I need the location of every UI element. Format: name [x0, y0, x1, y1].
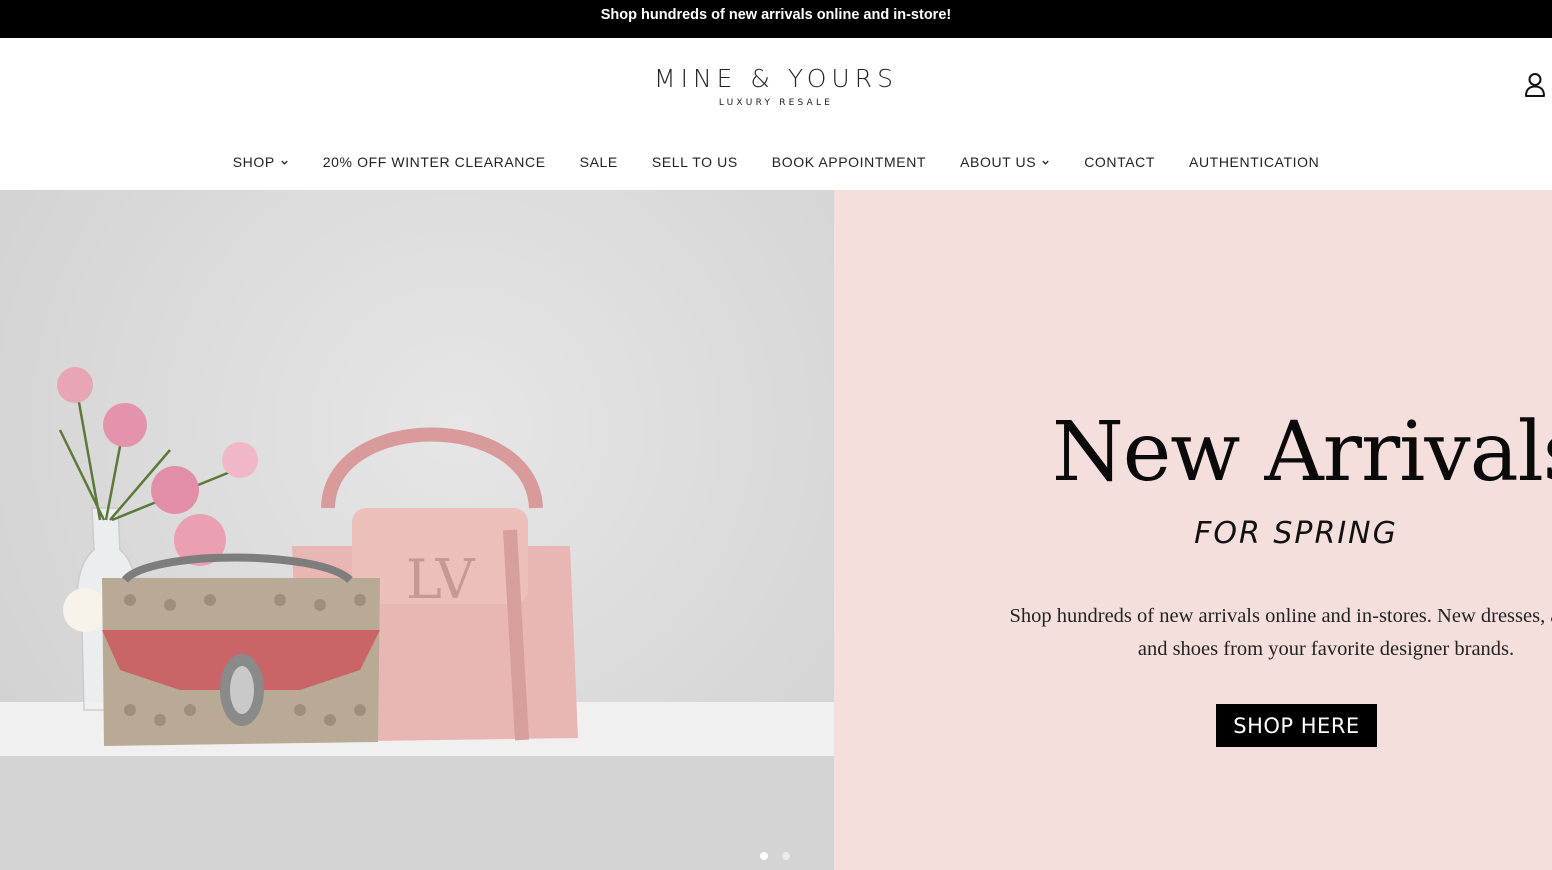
carousel-dot[interactable] [782, 852, 790, 860]
chevron-down-icon [1042, 160, 1049, 165]
user-icon [1525, 73, 1545, 97]
nav-item-book-appointment[interactable]: BOOK APPOINTMENT [772, 154, 926, 170]
nav-item-authentication[interactable]: AUTHENTICATION [1189, 154, 1319, 170]
main-nav: SHOP 20% OFF WINTER CLEARANCE SALE SELL … [0, 152, 1552, 172]
nav-item-sell-to-us[interactable]: SELL TO US [652, 154, 738, 170]
hero-content: New Arrivals FOR SPRING Shop hundreds of… [834, 190, 1552, 870]
nav-item-label: ABOUT US [960, 154, 1037, 170]
nav-item-shop[interactable]: SHOP [233, 154, 289, 170]
carousel-dots [760, 852, 790, 860]
nav-item-label: SELL TO US [651, 154, 738, 170]
account-button[interactable] [1524, 72, 1546, 98]
logo-wordmark: MINE & YOURS [654, 64, 898, 93]
nav-item-label: 20% OFF WINTER CLEARANCE [322, 154, 546, 170]
hero-image[interactable]: LV [0, 190, 834, 870]
nav-item-label: BOOK APPOINTMENT [771, 154, 927, 170]
carousel-dot[interactable] [760, 852, 768, 860]
shop-here-button[interactable]: SHOP HERE [1216, 704, 1377, 747]
nav-item-label: AUTHENTICATION [1189, 154, 1320, 170]
announcement-text: Shop hundreds of new arrivals online and… [600, 7, 952, 23]
nav-item-label: SHOP [232, 154, 275, 170]
site-header: MINE & YOURS LUXURY RESALE SHOP 20% OFF … [0, 38, 1552, 190]
hero-banner: LV New Arrivals FOR SPRING Shop hundreds… [0, 190, 1552, 870]
nav-item-contact[interactable]: CONTACT [1084, 154, 1155, 170]
nav-item-winter-clearance[interactable]: 20% OFF WINTER CLEARANCE [323, 154, 546, 170]
logo-tagline: LUXURY RESALE [718, 98, 834, 108]
logo[interactable]: MINE & YOURS LUXURY RESALE [0, 66, 1552, 108]
nav-item-label: CONTACT [1084, 154, 1156, 170]
nav-item-sale[interactable]: SALE [580, 154, 618, 170]
announcement-bar: Shop hundreds of new arrivals online and… [0, 0, 1552, 38]
hero-body: Shop hundreds of new arrivals online and… [1009, 605, 1552, 660]
svg-text:LV: LV [406, 548, 475, 611]
handbags-photo: LV [0, 367, 834, 870]
nav-item-about-us[interactable]: ABOUT US [960, 154, 1050, 170]
chevron-down-icon [281, 160, 288, 165]
nav-item-label: SALE [579, 154, 618, 170]
hero-subhead: FOR SPRING [1194, 516, 1398, 551]
hero-headline: New Arrivals [1052, 405, 1552, 500]
